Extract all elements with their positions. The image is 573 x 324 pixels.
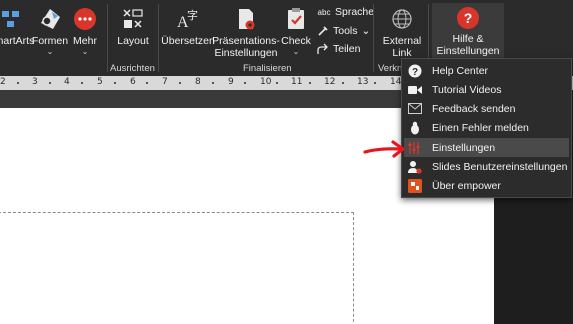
svg-text:字: 字 <box>187 8 198 22</box>
globe-icon <box>389 6 415 32</box>
video-camera-icon <box>407 82 423 98</box>
praesentations-einstellungen-button[interactable]: Präsentations- Einstellungen <box>212 2 280 62</box>
menu-item-label: Slides Benutzereinstellungen <box>432 160 568 173</box>
finalisieren-group-label: Finalisieren <box>243 63 292 74</box>
tools-label: Tools <box>333 25 358 37</box>
menu-item-tutorial-videos[interactable]: Tutorial Videos <box>404 80 569 99</box>
hilfe-label-line1: Hilfe & <box>452 33 484 45</box>
check-button[interactable]: Check ⌄ <box>280 2 312 62</box>
uebersetzen-button[interactable]: A字 Übersetzen <box>161 2 215 62</box>
menu-item-help-center[interactable]: ? Help Center <box>404 61 569 80</box>
menu-item-label: Einstellungen <box>432 141 496 154</box>
menu-item-label: Tutorial Videos <box>432 83 502 96</box>
group-separator <box>107 4 108 72</box>
chevron-down-icon: ⌄ <box>292 47 300 56</box>
group-separator <box>373 4 374 72</box>
layout-label: Layout <box>117 35 149 47</box>
chevron-down-icon: ⌄ <box>46 47 54 56</box>
formen-label: Formen <box>31 35 69 47</box>
help-circle-icon: ? <box>407 63 423 79</box>
spelling-abc-icon: abc <box>317 7 331 17</box>
annotation-arrow-icon <box>363 140 405 158</box>
ruler-number: 7 <box>162 77 168 87</box>
check-label: Check <box>281 35 311 47</box>
placeholder-frame[interactable] <box>0 212 354 324</box>
layout-button[interactable]: Layout <box>114 2 152 62</box>
praesentations-label-line2: Einstellungen <box>214 47 278 59</box>
mehr-button[interactable]: Mehr ⌄ <box>70 2 100 62</box>
ruler-number: 4 <box>64 77 70 87</box>
svg-text:?: ? <box>464 10 473 26</box>
menu-item-feedback-senden[interactable]: Feedback senden <box>404 99 569 118</box>
translate-icon: A字 <box>175 6 201 32</box>
external-label-line1: External <box>382 35 422 47</box>
menu-item-label: Feedback senden <box>432 102 516 115</box>
teilen-button[interactable]: Teilen <box>316 43 360 55</box>
ruler-number: 9 <box>228 77 234 87</box>
hilfe-dropdown-menu: ? Help Center Tutorial Videos Feedback s… <box>401 58 572 198</box>
sprache-label: Sprache <box>335 6 375 18</box>
teilen-label: Teilen <box>333 43 361 55</box>
tools-icon <box>316 25 330 37</box>
more-icon <box>72 6 98 32</box>
chevron-down-icon: ⌄ <box>361 25 371 37</box>
menu-item-label: Über empower <box>432 179 501 192</box>
uebersetzen-label: Übersetzen <box>161 35 215 47</box>
checklist-icon <box>283 6 309 32</box>
sliders-icon <box>407 140 423 156</box>
presentation-settings-icon <box>233 6 259 32</box>
bug-icon <box>407 120 423 136</box>
ruler-number: 8 <box>195 77 201 87</box>
ruler-number: 14 <box>390 77 402 87</box>
share-icon <box>316 43 330 55</box>
tools-button[interactable]: Tools ⌄ <box>316 25 370 37</box>
ruler-number: 12 <box>324 77 336 87</box>
menu-item-fehler-melden[interactable]: Einen Fehler melden <box>404 118 569 137</box>
user-settings-icon <box>407 159 423 175</box>
ruler-number: 13 <box>357 77 369 87</box>
ruler-number: 5 <box>97 77 103 87</box>
smartarts-label: SmartArts <box>0 35 35 47</box>
shapes-icon <box>37 6 63 32</box>
menu-item-ueber-empower[interactable]: Über empower <box>404 176 569 195</box>
smartart-icon <box>0 6 24 32</box>
help-icon: ? <box>455 6 481 30</box>
menu-item-label: Einen Fehler melden <box>432 121 529 134</box>
ruler-number: 10 <box>260 77 272 87</box>
praesentations-label-line1: Präsentations- <box>212 35 280 47</box>
ruler-number: 6 <box>130 77 136 87</box>
hilfe-einstellungen-button[interactable]: ? Hilfe & Einstellungen ⌄ <box>432 2 504 68</box>
menu-item-einstellungen[interactable]: Einstellungen <box>404 138 569 157</box>
menu-item-label: Help Center <box>432 64 489 77</box>
formen-button[interactable]: Formen ⌄ <box>32 2 68 62</box>
ruler-number: 11 <box>291 77 303 87</box>
sprache-button[interactable]: abc Sprache <box>316 6 375 18</box>
layout-icon <box>120 6 146 32</box>
group-separator <box>158 4 159 72</box>
ruler-number: 2 <box>0 77 6 87</box>
chevron-down-icon: ⌄ <box>81 47 89 56</box>
mehr-label: Mehr <box>73 35 97 47</box>
verknuepfungen-group-label: Verkn <box>378 63 403 74</box>
empower-logo-icon <box>407 178 423 194</box>
smartarts-button[interactable]: SmartArts <box>0 2 35 62</box>
envelope-icon <box>407 101 423 117</box>
ausrichten-group-label: Ausrichten <box>110 63 155 74</box>
ruler-number: 3 <box>32 77 38 87</box>
menu-item-slides-benutzereinstellungen[interactable]: Slides Benutzereinstellungen <box>404 157 569 176</box>
external-link-button[interactable]: External Link <box>380 2 424 62</box>
svg-text:?: ? <box>412 67 418 78</box>
